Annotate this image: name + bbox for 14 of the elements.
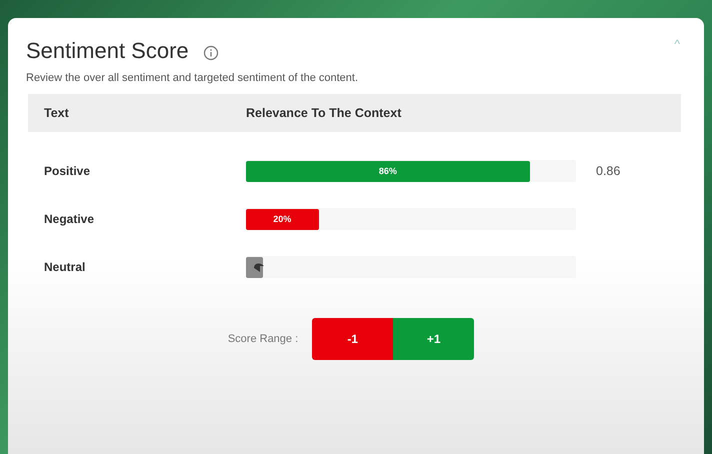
card-title: Sentiment Score: [26, 38, 189, 64]
score-range-button[interactable]: -1: [312, 318, 394, 360]
info-icon[interactable]: [202, 45, 219, 61]
column-header: Relevance To The Context: [246, 106, 402, 120]
score-value: 0.86: [596, 164, 620, 178]
column-header: Text: [43, 106, 70, 120]
card-description: Review the over all sentiment and targeted sentiment of the content.: [26, 72, 360, 84]
sentiment-label: Negative: [43, 212, 96, 226]
score-range-label: Score Range :: [228, 333, 298, 345]
score-range-button[interactable]: +1: [393, 318, 474, 360]
bar-percent: 20%: [273, 214, 292, 224]
bar-percent: 86%: [378, 166, 397, 176]
sentiment-label: Neutral: [43, 260, 86, 274]
sentiment-label: Positive: [43, 164, 92, 178]
